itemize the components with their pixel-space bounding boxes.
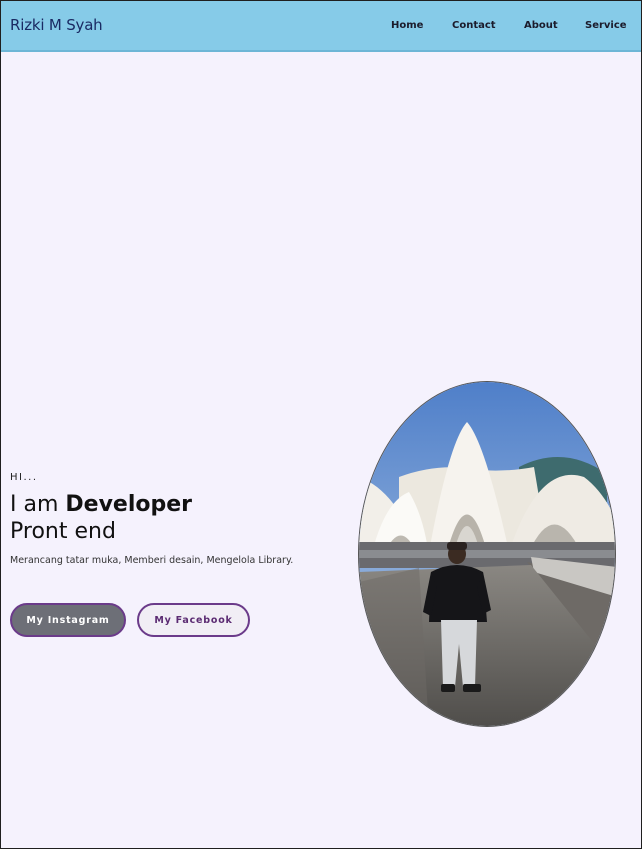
hero-title: I am Developer Pront end [10, 491, 192, 545]
nav-link-about[interactable]: About [524, 20, 558, 31]
brand-logo[interactable]: Rizki M Syah [10, 16, 103, 34]
hero-title-prefix: I am [10, 492, 66, 517]
nav-link-home[interactable]: Home [391, 20, 423, 31]
nav-link-service[interactable]: Service [585, 20, 627, 31]
nav-link-contact[interactable]: Contact [452, 20, 496, 31]
facebook-button[interactable]: My Facebook [137, 603, 250, 637]
profile-photo-illustration [359, 382, 615, 726]
navbar: Rizki M Syah Home Contact About Service [1, 1, 641, 52]
hero-subtitle: Merancang tatar muka, Memberi desain, Me… [10, 555, 294, 566]
instagram-button[interactable]: My Instagram [10, 603, 126, 637]
hero-title-bold: Developer [65, 492, 193, 517]
hero-title-line2: Pront end [10, 519, 116, 544]
hero-greeting: HI... [10, 472, 38, 483]
profile-photo [358, 381, 616, 727]
